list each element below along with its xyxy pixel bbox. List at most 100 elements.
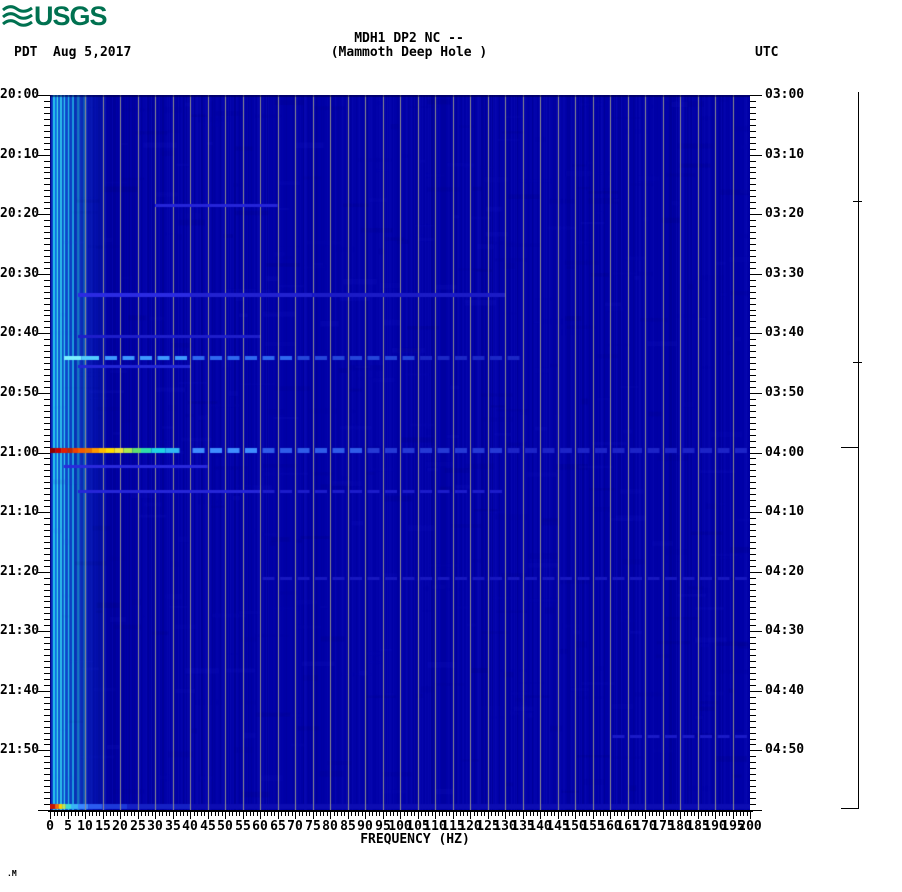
- time-tick-minor-right: [750, 196, 756, 197]
- freq-tick-minor: [502, 812, 503, 816]
- freq-tick-minor: [642, 812, 643, 816]
- footer-note: .M: [7, 869, 17, 878]
- freq-tick-minor: [638, 812, 639, 816]
- time-label-left: 20:10: [0, 147, 40, 162]
- time-tick-minor-left: [44, 715, 50, 716]
- time-tick-minor-right: [750, 488, 756, 489]
- time-tick-minor-left: [44, 625, 50, 626]
- time-tick-minor-right: [750, 476, 756, 477]
- time-tick-major-right: [750, 750, 762, 751]
- time-label-left: 21:50: [0, 742, 40, 757]
- time-tick-minor-left: [44, 351, 50, 352]
- freq-tick-major: [698, 812, 699, 819]
- timezone-right-label: UTC: [755, 45, 779, 60]
- time-tick-major-left: [38, 274, 50, 275]
- time-tick-minor-right: [750, 107, 756, 108]
- time-tick-minor-right: [750, 220, 756, 221]
- time-tick-major-left: [38, 512, 50, 513]
- freq-tick-major: [400, 812, 401, 819]
- time-tick-minor-left: [44, 327, 50, 328]
- freq-tick-minor: [309, 812, 310, 816]
- time-tick-minor-left: [44, 381, 50, 382]
- time-tick-minor-left: [44, 649, 50, 650]
- time-tick-minor-left: [44, 268, 50, 269]
- time-tick-minor-left: [44, 709, 50, 710]
- freq-tick-minor: [484, 812, 485, 816]
- time-label-right: 03:10: [765, 147, 805, 162]
- freq-tick-minor: [197, 812, 198, 816]
- time-tick-minor-left: [44, 554, 50, 555]
- time-tick-minor-left: [44, 762, 50, 763]
- time-tick-minor-right: [750, 607, 756, 608]
- time-tick-major-left: [38, 750, 50, 751]
- time-tick-minor-right: [750, 250, 756, 251]
- time-tick-minor-right: [750, 345, 756, 346]
- time-tick-minor-right: [750, 482, 756, 483]
- usgs-wave-icon: [2, 4, 33, 27]
- time-tick-minor-left: [44, 280, 50, 281]
- freq-tick-major: [663, 812, 664, 819]
- time-label-right: 03:30: [765, 266, 805, 281]
- freq-tick-minor: [404, 812, 405, 816]
- time-tick-minor-left: [44, 441, 50, 442]
- freq-tick-minor: [316, 812, 317, 816]
- plot-title: MDH1 DP2 NC --: [354, 31, 464, 46]
- time-tick-minor-right: [750, 727, 756, 728]
- time-tick-minor-right: [750, 548, 756, 549]
- freq-tick-minor: [719, 812, 720, 816]
- time-tick-minor-left: [44, 566, 50, 567]
- time-tick-minor-left: [44, 137, 50, 138]
- freq-tick-minor: [432, 812, 433, 816]
- time-tick-minor-right: [750, 429, 756, 430]
- time-tick-minor-left: [44, 733, 50, 734]
- time-tick-minor-right: [750, 369, 756, 370]
- freq-tick-minor: [708, 812, 709, 816]
- freq-tick-minor: [327, 812, 328, 816]
- freq-tick-minor: [302, 812, 303, 816]
- time-tick-minor-left: [44, 685, 50, 686]
- event-marker-tick: [841, 808, 859, 809]
- time-tick-minor-left: [44, 476, 50, 477]
- time-tick-minor-right: [750, 178, 756, 179]
- time-tick-major-right: [750, 393, 762, 394]
- time-tick-minor-left: [44, 613, 50, 614]
- freq-tick-major: [418, 812, 419, 819]
- freq-tick-minor: [236, 812, 237, 816]
- time-tick-minor-right: [750, 458, 756, 459]
- time-tick-minor-right: [750, 256, 756, 257]
- freq-tick-major: [173, 812, 174, 819]
- freq-tick-minor: [547, 812, 548, 816]
- freq-tick-minor: [551, 812, 552, 816]
- time-tick-minor-left: [44, 125, 50, 126]
- freq-tick-major: [628, 812, 629, 819]
- freq-tick-major: [488, 812, 489, 819]
- freq-tick-minor: [624, 812, 625, 816]
- time-tick-major-right: [750, 512, 762, 513]
- time-tick-minor-right: [750, 423, 756, 424]
- time-tick-minor-left: [44, 339, 50, 340]
- time-label-right: 04:50: [765, 742, 805, 757]
- time-tick-major-left: [38, 691, 50, 692]
- freq-tick-minor: [526, 812, 527, 816]
- time-tick-minor-left: [44, 661, 50, 662]
- freq-tick-minor: [596, 812, 597, 816]
- time-tick-minor-right: [750, 411, 756, 412]
- freq-tick-major: [190, 812, 191, 819]
- time-tick-minor-left: [44, 167, 50, 168]
- time-tick-minor-right: [750, 667, 756, 668]
- freq-tick-minor: [747, 812, 748, 816]
- freq-tick-major: [138, 812, 139, 819]
- time-tick-minor-left: [44, 792, 50, 793]
- time-tick-minor-left: [44, 113, 50, 114]
- time-tick-minor-left: [44, 667, 50, 668]
- time-tick-minor-right: [750, 780, 756, 781]
- freq-tick-minor: [82, 812, 83, 816]
- freq-tick-major: [540, 812, 541, 819]
- freq-tick-minor: [726, 812, 727, 816]
- freq-tick-minor: [180, 812, 181, 816]
- time-tick-minor-left: [44, 542, 50, 543]
- time-tick-minor-left: [44, 655, 50, 656]
- time-label-left: 21:30: [0, 623, 40, 638]
- time-tick-minor-right: [750, 113, 756, 114]
- time-label-right: 04:40: [765, 683, 805, 698]
